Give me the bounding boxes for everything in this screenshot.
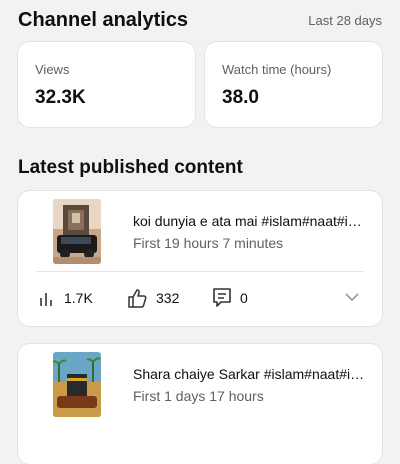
likes-metric: 332	[126, 286, 179, 310]
likes-count: 332	[156, 290, 180, 306]
video-title[interactable]: koi dunyia e ata mai #islam#naat#islamic…	[133, 213, 368, 229]
page-title: Channel analytics	[18, 8, 189, 31]
video-title[interactable]: Shara chaiye Sarkar #islam#naat#islamic …	[133, 366, 368, 382]
analytics-header: Channel analytics Last 28 days	[18, 6, 382, 34]
watch-time-card[interactable]: Watch time (hours) 38.0	[205, 42, 382, 127]
video-thumbnail[interactable]	[53, 199, 101, 264]
views-value: 32.3K	[35, 87, 86, 108]
watch-time-label: Watch time (hours)	[222, 62, 332, 77]
views-metric: 1.7K	[38, 286, 93, 310]
comments-count: 0	[240, 290, 248, 306]
watch-time-value: 38.0	[222, 87, 259, 108]
content-card[interactable]: koi dunyia e ata mai #islam#naat#islamic…	[18, 191, 382, 326]
bar-chart-icon	[38, 289, 56, 307]
video-subtitle: First 19 hours 7 minutes	[133, 235, 284, 251]
chevron-down-icon[interactable]	[344, 289, 360, 310]
metrics-row: 1.7K 332 0	[38, 286, 362, 310]
date-range[interactable]: Last 28 days	[308, 13, 382, 28]
latest-content-title: Latest published content	[18, 157, 243, 178]
video-subtitle: First 1 days 17 hours	[133, 388, 264, 404]
views-count: 1.7K	[64, 290, 93, 306]
comment-icon	[212, 287, 232, 309]
views-label: Views	[35, 62, 70, 77]
comments-metric: 0	[212, 286, 248, 310]
views-card[interactable]: Views 32.3K	[18, 42, 195, 127]
divider	[36, 271, 364, 272]
content-card[interactable]: Shara chaiye Sarkar #islam#naat#islamic …	[18, 344, 382, 464]
thumbs-up-icon	[126, 287, 148, 309]
video-thumbnail[interactable]	[53, 352, 101, 417]
